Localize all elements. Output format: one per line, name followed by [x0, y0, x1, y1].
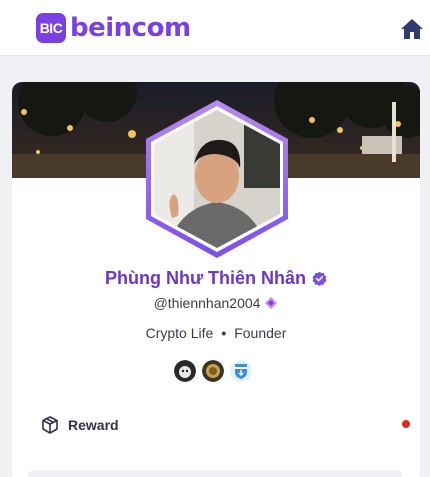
- blue-shield-badge[interactable]: [230, 360, 252, 382]
- top-bar: BIC beincom: [0, 0, 430, 56]
- beincom-logo[interactable]: BIC beincom: [36, 13, 191, 43]
- role-interest: Crypto Life: [145, 325, 214, 341]
- profile-name-row: Phùng Như Thiên Nhân: [12, 268, 420, 289]
- notification-dot: [402, 420, 410, 428]
- verified-check-icon: [312, 271, 327, 286]
- gem-icon: [265, 297, 278, 309]
- handle-row: @thiennhan2004: [12, 295, 420, 311]
- badge-list: [174, 360, 252, 382]
- gold-coin-badge[interactable]: [202, 360, 224, 382]
- box-icon: [42, 416, 58, 434]
- profile-handle: @thiennhan2004: [153, 295, 261, 311]
- dark-cat-badge[interactable]: [174, 360, 196, 382]
- home-icon[interactable]: [400, 18, 424, 40]
- role-separator: •: [221, 325, 227, 341]
- reward-menu-item[interactable]: Reward: [40, 414, 410, 436]
- avatar[interactable]: [144, 98, 290, 260]
- profile-card: Phùng Như Thiên Nhân @thiennhan2004 Cryp…: [12, 82, 420, 477]
- logo-text: beincom: [70, 13, 191, 43]
- logo-badge: BIC: [36, 13, 66, 43]
- role-title: Founder: [234, 325, 287, 341]
- next-section-edge: [28, 470, 402, 477]
- reward-label: Reward: [68, 417, 119, 433]
- role-row: Crypto Life • Founder: [12, 325, 420, 341]
- profile-name[interactable]: Phùng Như Thiên Nhân: [105, 268, 306, 289]
